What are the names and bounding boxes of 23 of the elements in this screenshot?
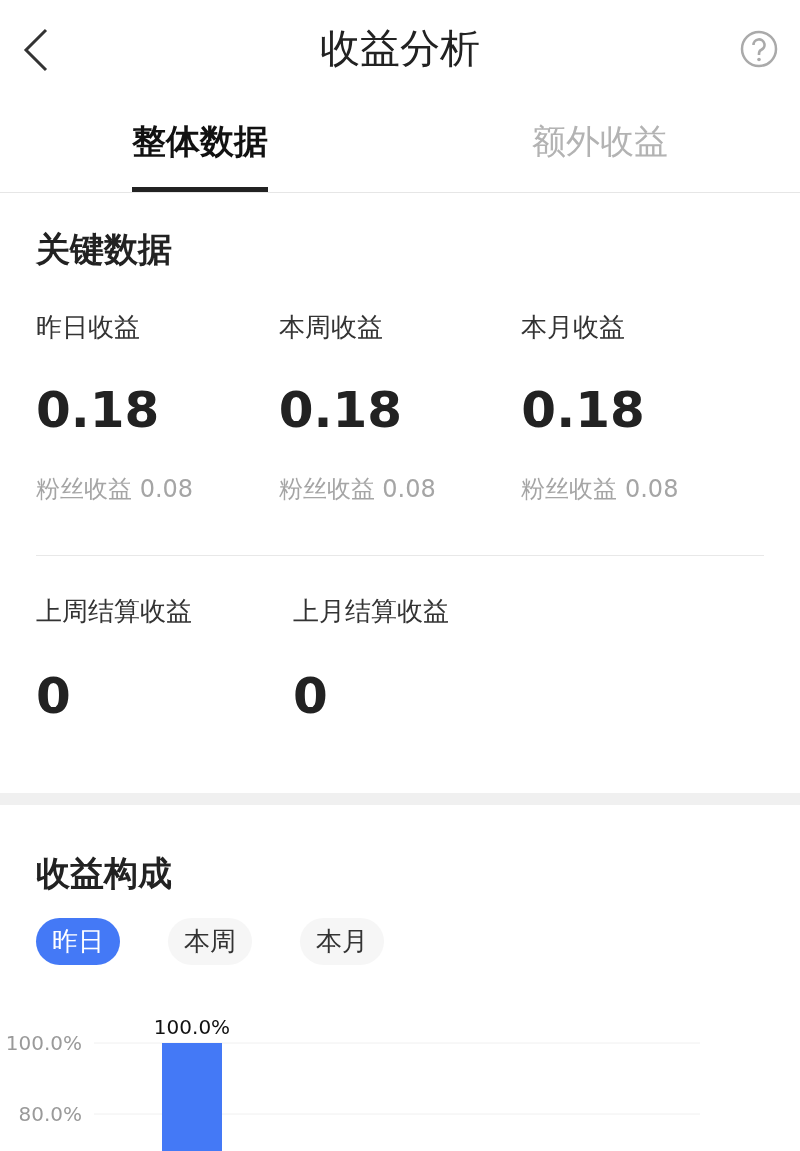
axis-tick-label: 100.0% <box>5 1030 82 1055</box>
period-tab[interactable]: 本月 <box>300 917 384 965</box>
section-title: 收益构成 <box>36 852 173 894</box>
stat-label: 本月收益 <box>521 310 626 344</box>
stat-subtext: 粉丝收益 0.08 <box>36 473 194 505</box>
stat-label: 昨日收益 <box>36 310 140 344</box>
stat-label: 上周结算收益 <box>36 594 192 628</box>
tab[interactable]: 整体数据 <box>132 116 268 192</box>
page-title: 收益分析 <box>320 27 480 68</box>
period-tab[interactable]: 昨日 <box>36 917 120 965</box>
stat-subtext: 粉丝收益 0.08 <box>521 473 679 505</box>
stat-value: 0.18 <box>36 384 160 435</box>
stat-value: 0.18 <box>521 384 645 435</box>
period-tab[interactable]: 本周 <box>168 917 252 965</box>
stat-label: 上月结算收益 <box>293 594 449 628</box>
stat-value: 0 <box>293 670 328 721</box>
section-title: 关键数据 <box>36 229 173 270</box>
value-label: 100.0% <box>153 1014 231 1039</box>
stat-label: 本周收益 <box>278 310 383 344</box>
stat-value: 0.18 <box>278 384 403 435</box>
axis-tick-label: 80.0% <box>18 1101 82 1126</box>
stat-value: 0 <box>36 670 71 721</box>
stat-subtext: 粉丝收益 0.08 <box>278 473 436 505</box>
